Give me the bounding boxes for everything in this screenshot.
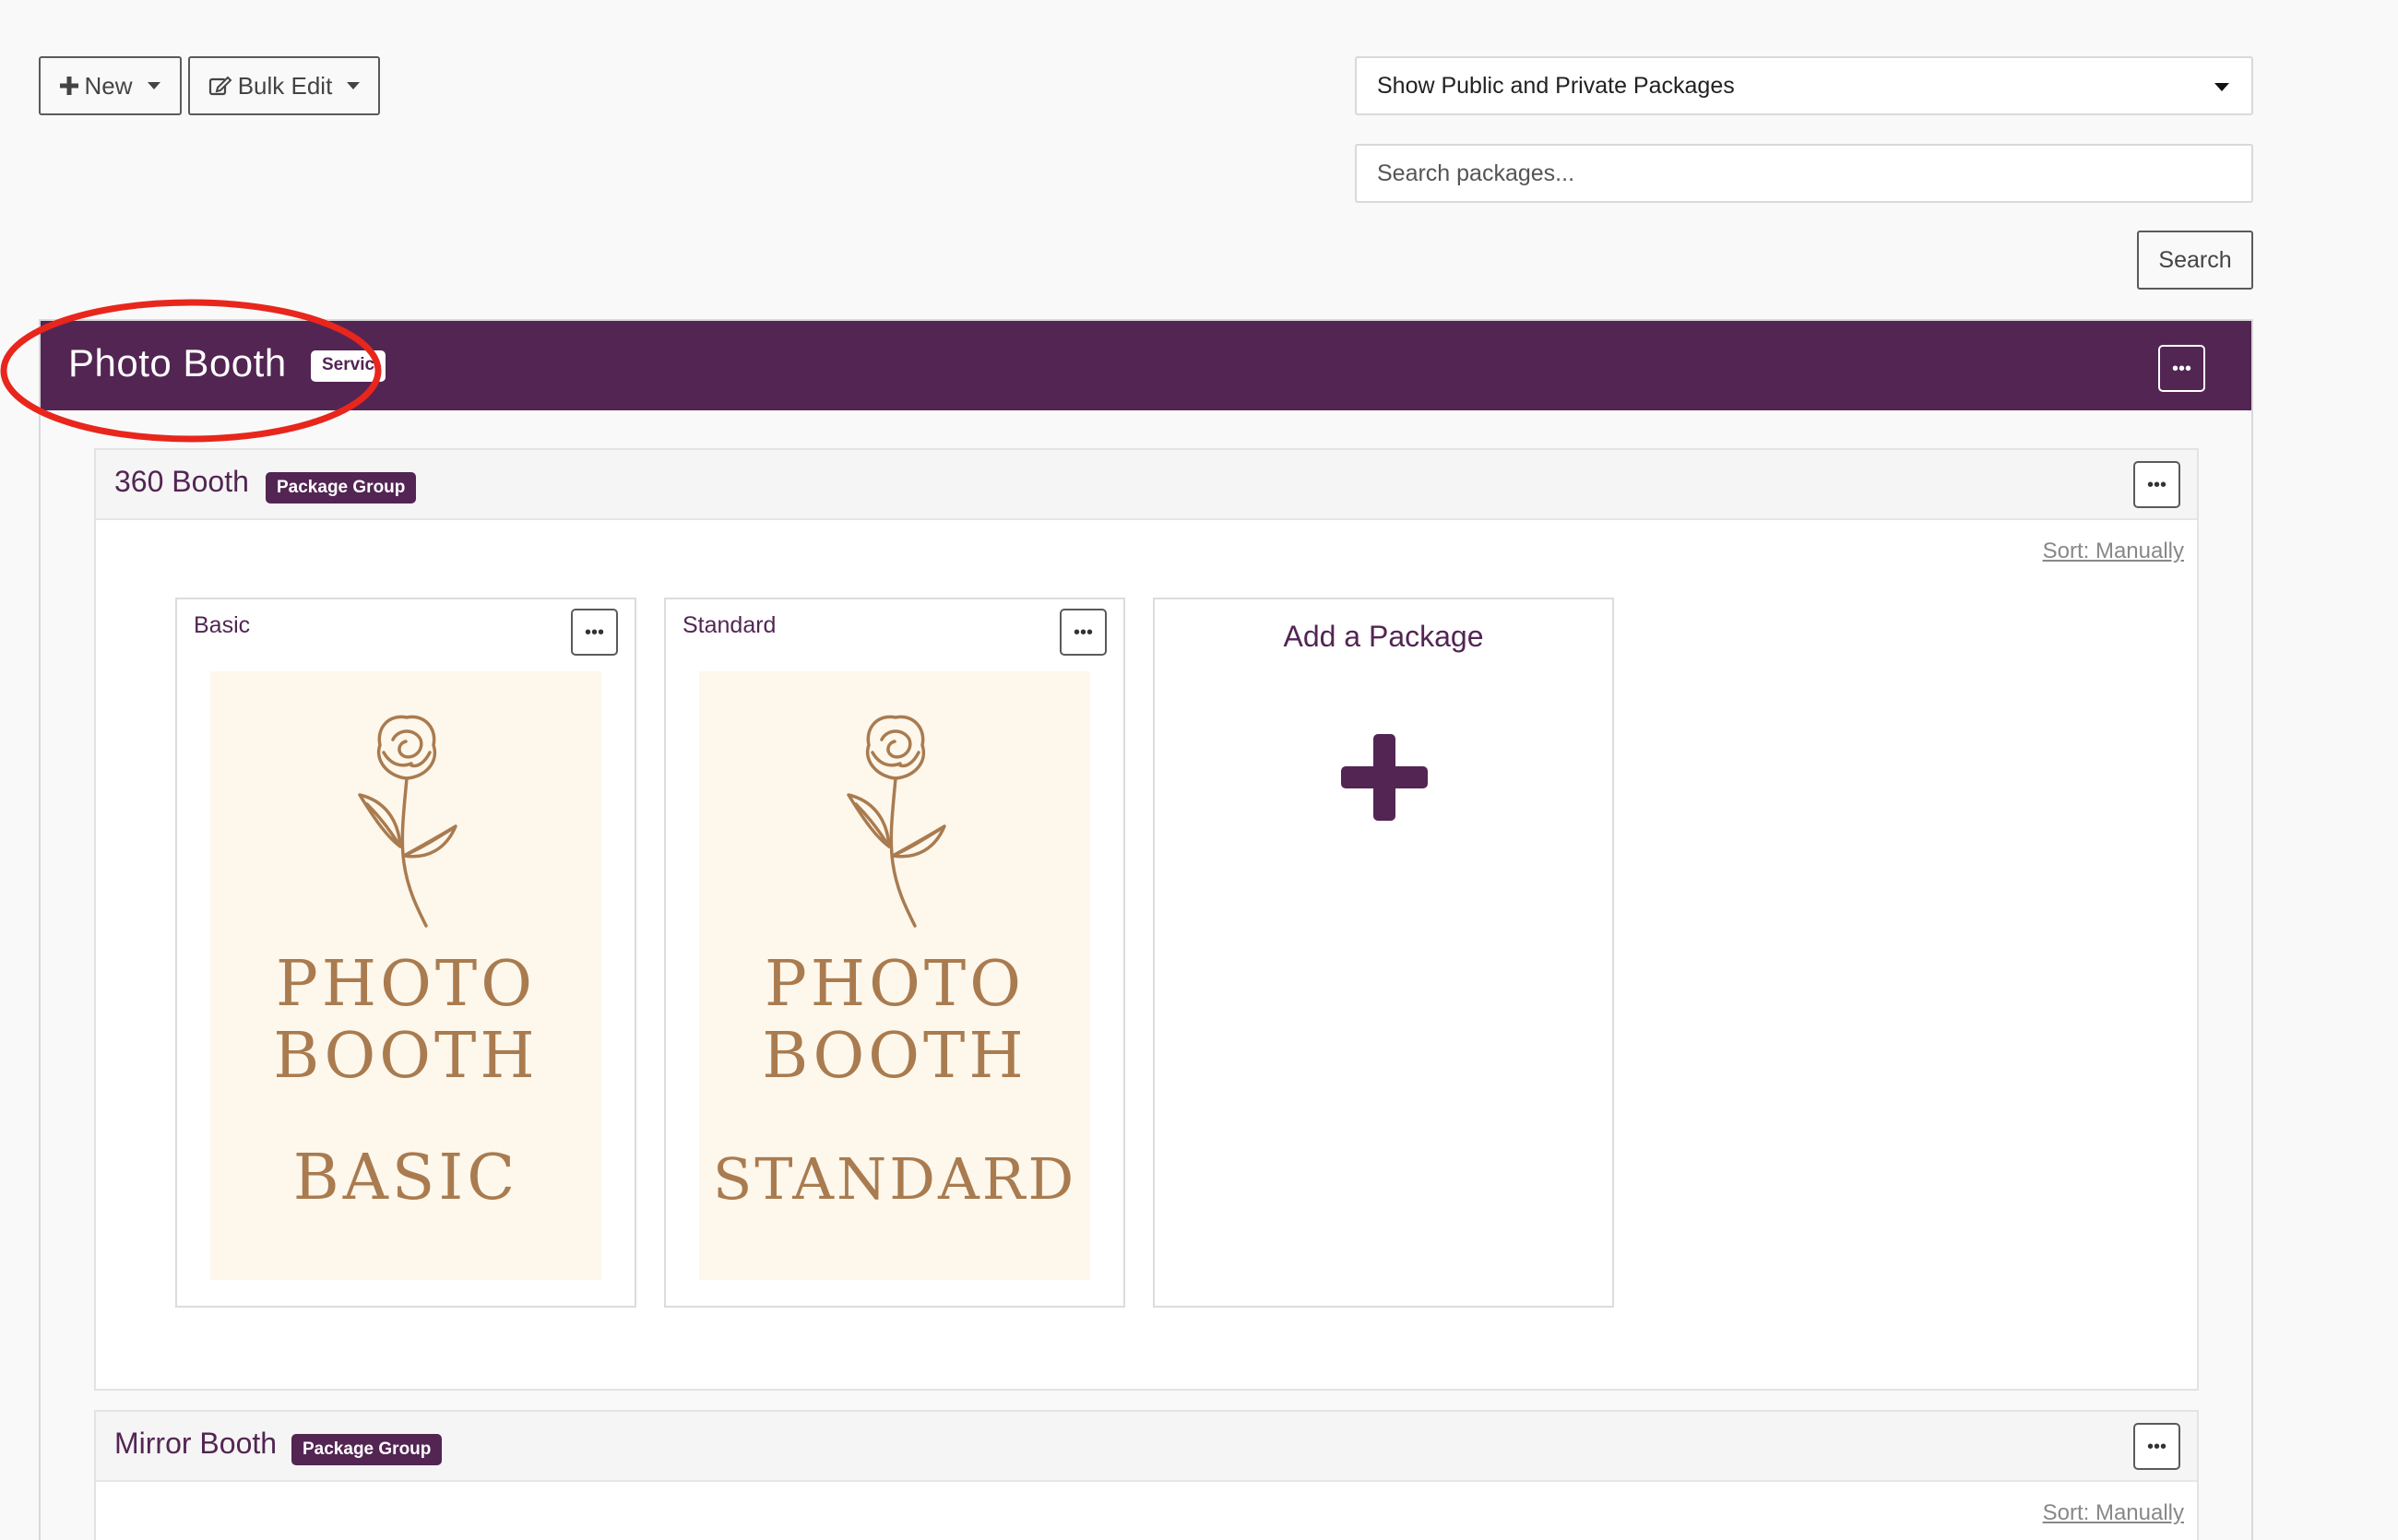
edit-icon [208,76,232,96]
ellipsis-icon: ••• [1073,622,1093,643]
rose-icon [358,715,457,928]
package-group-360-booth: 360 Booth Package Group ••• Sort: Manual… [94,448,2199,1391]
package-group-title: 360 Booth [114,465,249,498]
poster-line: STANDARD [712,1145,1077,1213]
package-menu-button[interactable]: ••• [571,609,618,656]
visibility-select[interactable]: Show Public and Private Packages [1355,56,2253,115]
search-button-label: Search [2158,246,2232,273]
poster-line: BOOTH [762,1020,1027,1093]
plus-icon [60,77,79,95]
search-button[interactable]: Search [2137,231,2253,290]
package-image: PHOTO BOOTH BASIC [210,671,601,1280]
service-panel: Photo Booth Servic ••• 360 Booth Package… [39,319,2253,1540]
add-package-label: Add a Package [1283,620,1484,653]
package-title: Standard [683,612,777,638]
search-input[interactable] [1355,144,2253,203]
visibility-select-value: Show Public and Private Packages [1377,72,1735,99]
package-group-badge: Package Group [291,1434,443,1465]
package-group-header: 360 Booth Package Group ••• [96,450,2197,520]
bulk-edit-label: Bulk Edit [237,71,333,100]
chevron-down-icon [347,82,361,89]
package-card-standard[interactable]: Standard ••• PHOTO BOOTH STANDARD [664,598,1125,1308]
package-card-basic[interactable]: Basic ••• PHOTO BOOTH BASIC [175,598,636,1308]
package-image: PHOTO BOOTH STANDARD [699,671,1090,1280]
new-button-label: New [84,71,133,100]
service-menu-button[interactable]: ••• [2158,345,2205,392]
bulk-edit-button[interactable]: Bulk Edit [188,56,380,115]
package-title: Basic [194,612,251,638]
ellipsis-icon: ••• [2146,1436,2167,1457]
ellipsis-icon: ••• [584,622,604,643]
poster-line: PHOTO [765,948,1025,1021]
package-group-badge: Package Group [266,472,417,503]
sort-link[interactable]: Sort: Manually [2043,539,2184,564]
plus-icon [1341,734,1428,821]
new-button[interactable]: New [39,56,182,115]
highlight-circle [0,299,382,443]
package-group-mirror-booth: Mirror Booth Package Group ••• Sort: Man… [94,1410,2199,1540]
poster-line: BASIC [292,1142,519,1214]
poster-line: PHOTO [276,948,536,1021]
package-menu-button[interactable]: ••• [1060,609,1107,656]
packages-page: New Bulk Edit Show Public and Private Pa… [0,0,2398,1540]
package-group-menu-button[interactable]: ••• [2133,461,2180,508]
chevron-down-icon [2214,83,2229,91]
poster-line: BOOTH [273,1020,539,1093]
package-group-menu-button[interactable]: ••• [2133,1423,2180,1470]
ellipsis-icon: ••• [2146,474,2167,495]
chevron-down-icon [147,82,160,89]
add-package-card[interactable]: Add a Package [1153,598,1614,1308]
package-group-title: Mirror Booth [114,1427,278,1460]
rose-icon [847,715,946,928]
package-group-header: Mirror Booth Package Group ••• [96,1412,2197,1482]
ellipsis-icon: ••• [2171,358,2191,379]
sort-link[interactable]: Sort: Manually [2043,1500,2184,1526]
